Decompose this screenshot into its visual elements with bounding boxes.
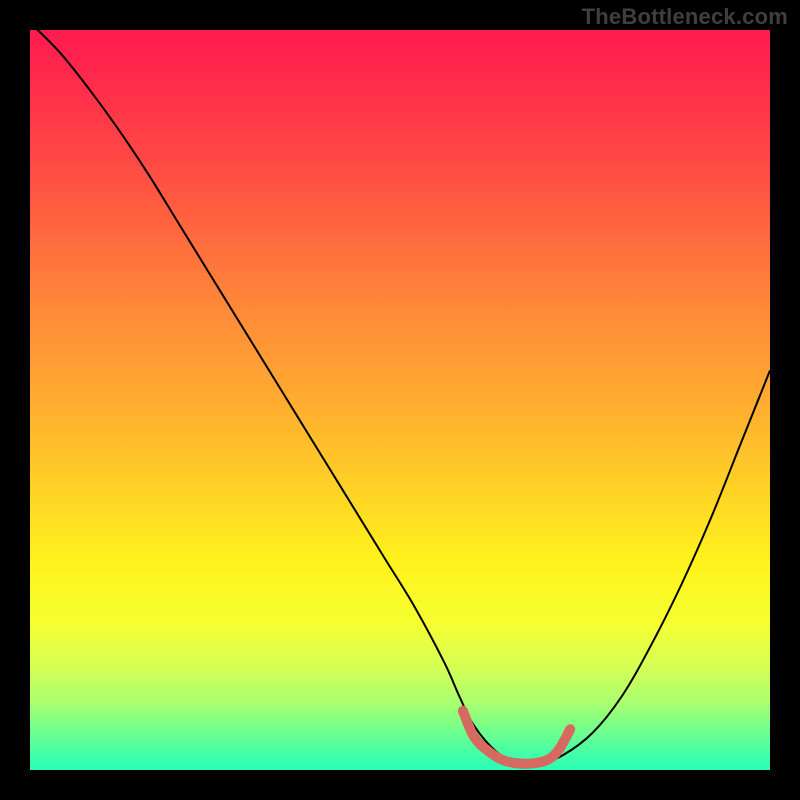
series-container <box>30 30 770 764</box>
watermark-text: TheBottleneck.com <box>582 4 788 30</box>
chart-svg <box>30 30 770 770</box>
series-bottleneck-curve <box>30 30 770 764</box>
plot-area <box>30 30 770 770</box>
series-highlight-optimal <box>463 711 570 764</box>
chart-frame: TheBottleneck.com <box>0 0 800 800</box>
